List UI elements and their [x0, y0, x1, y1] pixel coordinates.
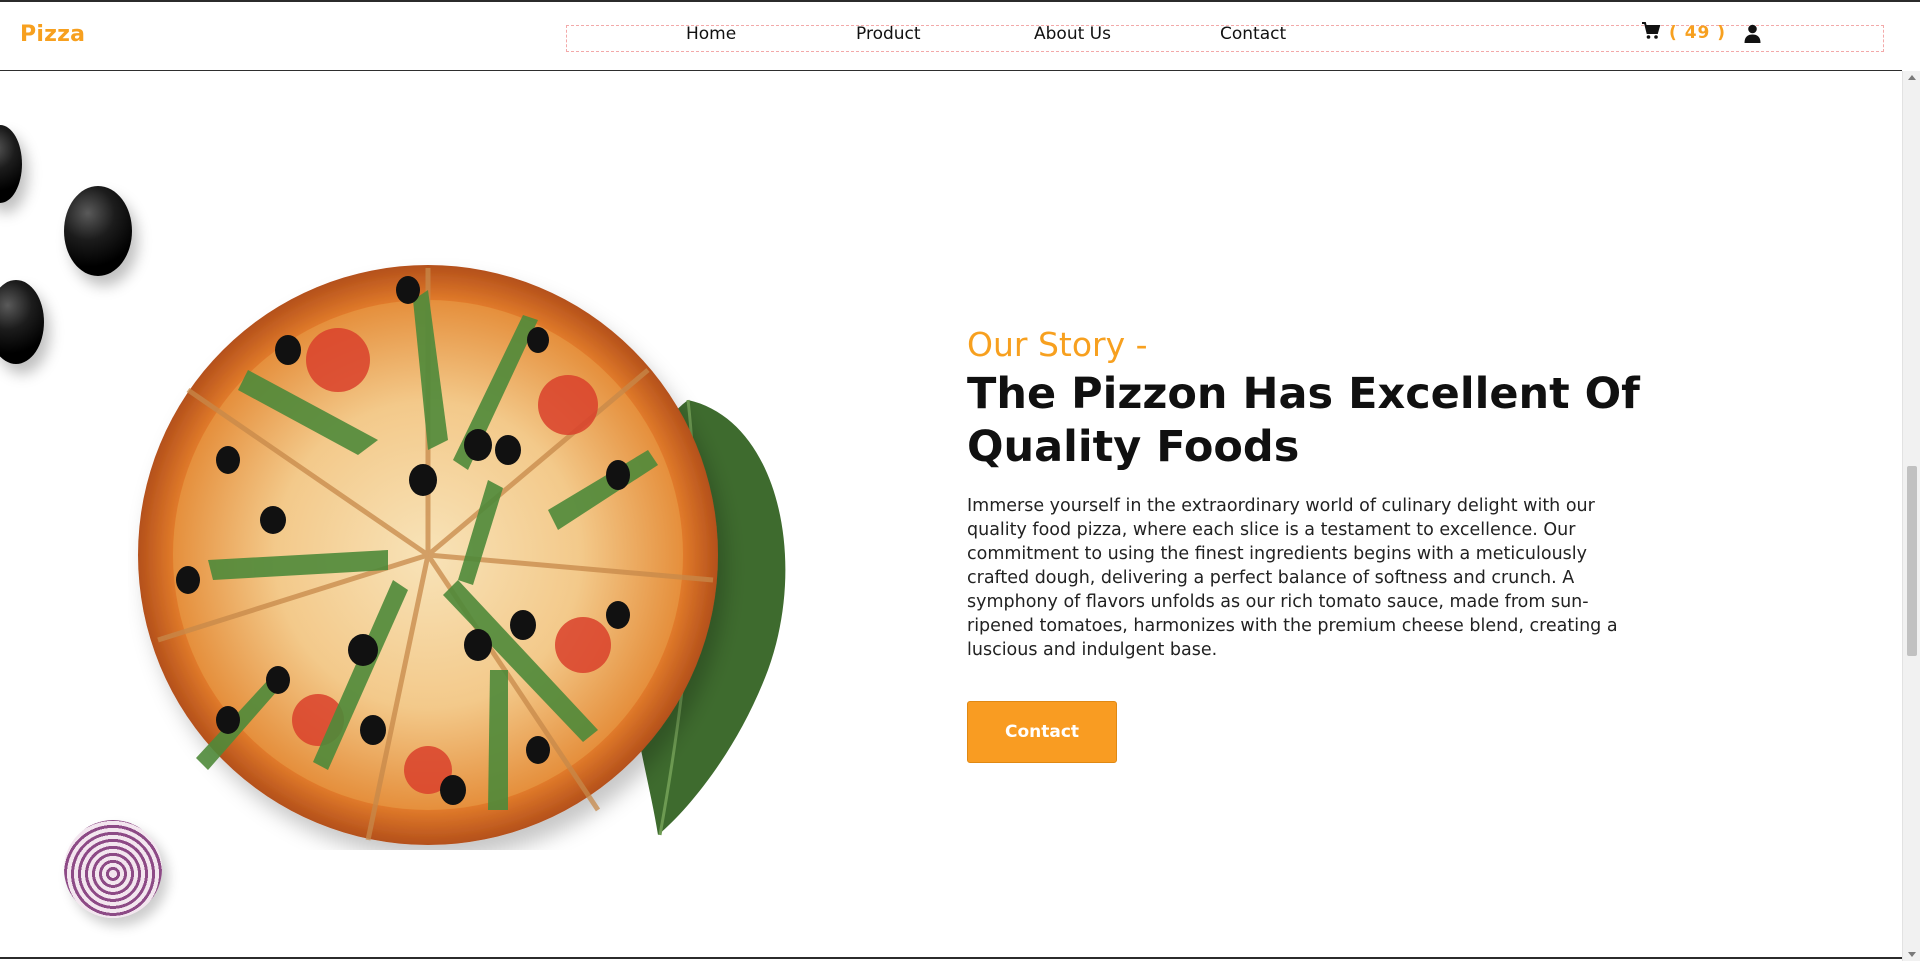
scroll-down-icon[interactable]	[1908, 952, 1916, 957]
navbar: Pizza Home Product About Us Contact ( 49…	[0, 2, 1902, 71]
story-title: The Pizzon Has Excellent Of Quality Food…	[967, 369, 1640, 472]
nav-link-home[interactable]: Home	[686, 24, 736, 44]
cart-button[interactable]: ( 49 )	[1641, 22, 1726, 44]
user-account-button[interactable]	[1744, 24, 1761, 47]
nav-link-product[interactable]: Product	[856, 24, 921, 44]
olive-icon	[0, 280, 44, 364]
cart-count: ( 49 )	[1669, 23, 1727, 43]
user-icon	[1744, 24, 1761, 47]
page-scrollbar[interactable]	[1902, 71, 1920, 961]
window-bottom-border	[0, 957, 1902, 959]
pizza-image	[128, 250, 808, 850]
nav-link-contact[interactable]: Contact	[1220, 24, 1286, 44]
story-subtitle: Our Story -	[967, 325, 1148, 364]
olive-icon	[64, 186, 132, 276]
cart-icon	[1641, 22, 1661, 44]
scroll-up-icon[interactable]	[1908, 75, 1916, 80]
story-description: Immerse yourself in the extraordinary wo…	[967, 496, 1618, 660]
site-logo[interactable]: Pizza	[20, 22, 85, 47]
olive-icon	[0, 125, 22, 203]
scrollbar-thumb[interactable]	[1907, 466, 1917, 656]
nav-link-about[interactable]: About Us	[1034, 24, 1111, 44]
contact-button[interactable]: Contact	[967, 701, 1117, 763]
